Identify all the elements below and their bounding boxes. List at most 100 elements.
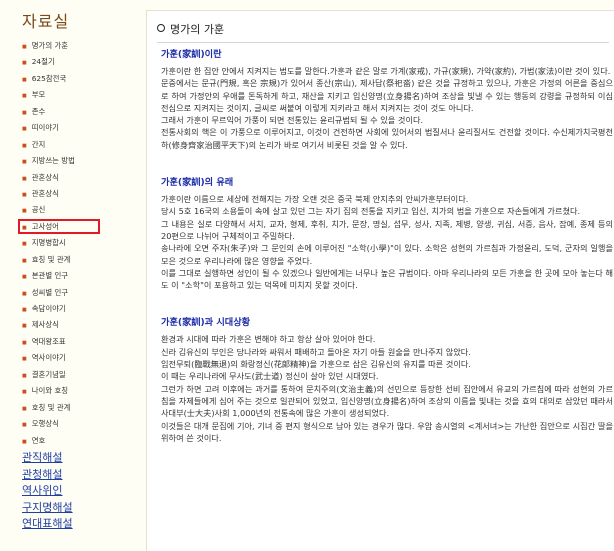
- sidebar-menu-item[interactable]: ■ 띠이야기: [22, 120, 75, 136]
- square-bullet-icon: ■: [22, 257, 27, 264]
- sidebar-link[interactable]: 관직해설: [22, 450, 73, 467]
- square-bullet-icon: ■: [22, 372, 27, 379]
- sidebar-menu-item[interactable]: ■ 명가의 가훈: [22, 38, 75, 54]
- section-paragraph: 가훈이란 이름으로 세상에 전해지는 가장 오랜 것은 중국 북제 안지추의 안…: [161, 194, 469, 205]
- section-paragraph: 송나라에 오면 주자(朱子)와 그 문인의 손에 이루어진 "소학(小學)"이 …: [161, 243, 613, 266]
- sidebar-menu-item[interactable]: ■ 관혼상식: [22, 170, 75, 186]
- section-paragraph: 환경과 시대에 따라 가훈은 변해야 하고 항상 살아 있어야 한다.: [161, 334, 376, 345]
- sidebar-link[interactable]: 관청해설: [22, 467, 73, 484]
- square-bullet-icon: ■: [22, 208, 27, 215]
- section-title: 가훈(家訓)과 시대상황: [161, 317, 251, 329]
- square-bullet-icon: ■: [22, 126, 27, 133]
- sidebar-menu-label: 24절기: [31, 57, 55, 67]
- sidebar-menu-label: 명가의 가훈: [31, 41, 69, 50]
- sidebar-menu-label: 관혼상식: [31, 172, 59, 182]
- section-paragraph: 신라 김유신의 부인은 당나라와 싸워서 패배하고 돌아온 자기 아들 원술을 …: [161, 346, 471, 357]
- section-title: 가훈(家訓)이란: [161, 49, 222, 60]
- square-bullet-icon: ■: [22, 142, 27, 149]
- sidebar-menu-label: 본관별 인구: [31, 271, 69, 281]
- section-paragraph: 그런가 하면 고려 이후에는 과거를 통하여 문치주의(文治主義)의 선민으로 …: [161, 383, 613, 419]
- square-bullet-icon: ■: [22, 191, 27, 198]
- circle-bullet-icon: [157, 24, 165, 32]
- sidebar-menu: ■ 명가의 가훈 ■ 24절기 ■ 625참전국 ■ 부모 ■ 존수 ■ 띠이야기 ■ 간지 ■ 지방쓰는 방…: [18, 38, 100, 449]
- sidebar-menu-item[interactable]: ■ 오행상식: [22, 416, 75, 432]
- sidebar-link[interactable]: 역사위인: [22, 483, 73, 500]
- square-bullet-icon: ■: [22, 76, 27, 83]
- content-panel: 명가의 가훈 가훈(家訓)이란가훈이란 한 집안 안에서 지켜지는 법도를 말한…: [146, 10, 614, 551]
- square-bullet-icon: ■: [22, 109, 27, 116]
- sidebar-menu-label: 역사이야기: [31, 353, 66, 363]
- sidebar-menu-item[interactable]: ■ 24절기: [22, 54, 75, 70]
- sidebar-menu-item[interactable]: ■ 효칭 및 관계: [22, 252, 75, 268]
- sidebar-title: 자료실: [22, 12, 70, 31]
- sidebar-menu-label: 625참전국: [31, 73, 67, 83]
- sidebar-menu-label: 고사성어: [31, 221, 59, 231]
- sidebar-menu-item[interactable]: ■ 관혼상식: [22, 186, 75, 202]
- square-bullet-icon: ■: [22, 290, 27, 297]
- sidebar-menu-item[interactable]: ■ 성씨별 인구: [22, 285, 75, 301]
- sidebar-menu-item[interactable]: ■ 나이와 호칭: [22, 383, 75, 399]
- section-paragraph: 그래서 가훈이 무르익어 가풍이 되면 전통있는 윤리규범되 될 수 있을 것이…: [161, 115, 424, 126]
- sidebar-menu-label: 간지: [31, 139, 46, 149]
- square-bullet-icon: ■: [22, 438, 27, 445]
- section-paragraph: 당시 5호 16국의 소용돌이 속에 살고 있던 그는 자기 집의 전통을 지키…: [161, 206, 581, 217]
- sidebar-link[interactable]: 구지명해설: [22, 500, 73, 517]
- section-paragraph: 임전무퇴(臨戰無退)의 화랑정신(花郞精神)을 가훈으로 삼은 김유신의 유지를…: [161, 359, 472, 370]
- sidebar-menu-item[interactable]: ■ 제사상식: [22, 317, 75, 333]
- panel-heading-text: 명가의 가훈: [170, 23, 225, 36]
- square-bullet-icon: ■: [22, 339, 27, 346]
- sidebar-menu-item[interactable]: ■ 역대왕조표: [22, 334, 75, 350]
- sidebar-menu-item[interactable]: ■ 지명병합시: [22, 235, 75, 251]
- section-paragraph: 이 때는 우리나라에 무사도(武士道) 정신이 살아 있던 시대였다.: [161, 371, 379, 382]
- square-bullet-icon: ■: [22, 224, 27, 231]
- heading-divider: [157, 42, 609, 43]
- section-paragraph: 가훈이란 한 집안 안에서 지켜지는 법도를 말한다.가훈과 같은 말로 가계(…: [161, 66, 611, 76]
- sidebar-link[interactable]: 연대표해설: [22, 516, 73, 533]
- section-paragraph: 전통사회의 핵은 이 가풍으로 이루어지고, 이것이 건전하면 사회에 있어서의…: [161, 127, 613, 150]
- square-bullet-icon: ■: [22, 60, 27, 67]
- section-paragraph: 그 내용은 실로 다양해서 서치, 교자, 형제, 후취, 치가, 문장, 명실…: [161, 218, 613, 241]
- section-paragraph: 이것들은 대개 문집에 기아, 기녀 중 편지 형식으로 남아 있는 경우가 많…: [161, 420, 613, 443]
- sidebar-menu-item[interactable]: ■ 고사성어: [18, 218, 100, 235]
- sidebar-menu-label: 오행상식: [31, 419, 59, 429]
- square-bullet-icon: ■: [22, 241, 27, 248]
- sidebar-menu-item[interactable]: ■ 간지: [22, 137, 75, 153]
- sidebar-menu-label: 존수: [31, 106, 46, 116]
- sidebar-menu-item[interactable]: ■ 존수: [22, 104, 75, 120]
- sidebar-menu-label: 지명병합시: [31, 238, 66, 248]
- sidebar-menu-item[interactable]: ■ 속담이야기: [22, 301, 75, 317]
- section-paragraph: 이를 그대로 실행하면 성인이 될 수 있겠으나 일반에게는 너무나 높은 규범…: [161, 267, 613, 291]
- sidebar-menu-label: 연호: [31, 435, 46, 445]
- sidebar-menu-item[interactable]: ■ 본관별 인구: [22, 268, 75, 284]
- panel-heading: 명가의 가훈: [157, 21, 224, 37]
- sidebar-links: 관직해설 관청해설 역사위인 구지명해설 연대표해설: [22, 450, 73, 533]
- sidebar: 자료실 ■ 명가의 가훈 ■ 24절기 ■ 625참전국 ■ 부모 ■ 존수 ■ 띠이야기 ■ 간지 ■ 지방…: [0, 0, 140, 543]
- sidebar-menu-item[interactable]: ■ 역사이야기: [22, 350, 75, 366]
- sidebar-menu-label: 효칭 및 관계: [31, 254, 71, 264]
- square-bullet-icon: ■: [22, 422, 27, 429]
- sidebar-menu-item[interactable]: ■ 호칭 및 관계: [22, 400, 75, 416]
- sidebar-menu-label: 띠이야기: [31, 123, 59, 133]
- sidebar-menu-item[interactable]: ■ 625참전국: [22, 71, 75, 87]
- section-title: 가훈(家訓)의 유래: [161, 177, 234, 189]
- square-bullet-icon: ■: [22, 175, 27, 182]
- sidebar-menu-label: 역대왕조표: [31, 336, 66, 346]
- sidebar-menu-item[interactable]: ■ 지방쓰는 방법: [22, 153, 75, 169]
- sidebar-menu-item[interactable]: ■ 연호: [22, 433, 75, 449]
- square-bullet-icon: ■: [22, 274, 27, 281]
- sidebar-menu-label: 관혼상식: [31, 188, 59, 198]
- square-bullet-icon: ■: [22, 159, 27, 166]
- sidebar-menu-item[interactable]: ■ 공신: [22, 202, 75, 218]
- square-bullet-icon: ■: [22, 44, 27, 50]
- sidebar-menu-item[interactable]: ■ 부모: [22, 87, 75, 103]
- sidebar-menu-label: 호칭 및 관계: [31, 402, 71, 412]
- sidebar-menu-label: 속담이야기: [31, 304, 66, 313]
- sidebar-menu-item[interactable]: ■ 결혼기념일: [22, 367, 75, 383]
- sidebar-menu-label: 공신: [31, 205, 46, 215]
- section-paragraph: 문중에서는 문규(門規, 혹은 宗規)가 있어서 종산(宗山), 제사답(祭祀畓…: [161, 78, 613, 113]
- sidebar-menu-label: 지방쓰는 방법: [31, 156, 75, 166]
- sidebar-menu-label: 제사상식: [31, 320, 59, 330]
- square-bullet-icon: ■: [22, 405, 27, 412]
